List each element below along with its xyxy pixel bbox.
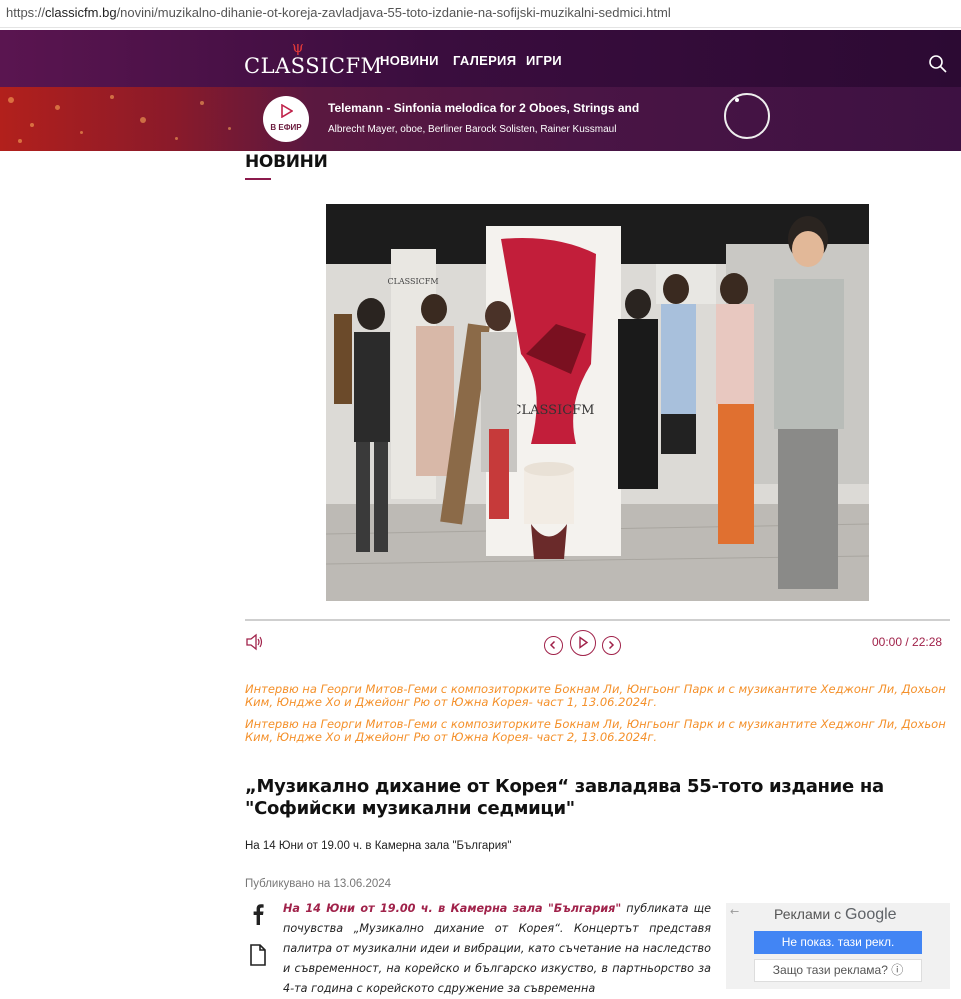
play-button[interactable] (570, 630, 596, 656)
decor-sparkle (200, 101, 204, 105)
player-time: 00:00 / 22:28 (872, 635, 943, 649)
svg-text:CLASSICFM: CLASSICFM (512, 403, 595, 418)
stop-seeing-ad-button[interactable]: Не показ. тази рекл. (754, 931, 922, 954)
url-path: /novini/muzikalno-dihanie-ot-koreja-zavl… (116, 5, 671, 20)
document-icon[interactable] (248, 943, 268, 967)
next-track-button[interactable] (602, 636, 621, 655)
article-subtitle: На 14 Юни от 19.00 ч. в Камерна зала "Бъ… (245, 840, 512, 852)
on-air-label: В ЕФИР (270, 123, 302, 132)
why-this-ad-button[interactable]: Защо тази реклама? ⓘ (754, 959, 922, 982)
section-title: НОВИНИ (245, 152, 328, 172)
decor-sparkle (228, 127, 231, 130)
url-text[interactable]: https://classicfm.bg/novini/muzikalno-di… (6, 5, 671, 20)
url-host: classicfm.bg (45, 5, 117, 20)
url-scheme: https:// (6, 5, 46, 20)
volume-icon[interactable] (245, 633, 265, 651)
chevron-left-icon (549, 640, 556, 650)
podcast-link-part-2[interactable]: Интервю на Георги Митов-Геми с композито… (245, 718, 950, 744)
nav-item-news[interactable]: НОВИНИ (380, 53, 439, 68)
decor-sparkle (30, 123, 34, 127)
chevron-right-icon (608, 640, 615, 650)
now-playing-bar: В ЕФИР Telemann - Sinfonia melodica for … (0, 87, 961, 151)
decor-sparkle (110, 95, 114, 99)
article-lead: На 14 Юни от 19.00 ч. в Камерна зала "Бъ… (283, 902, 622, 915)
loading-spinner-icon (724, 93, 770, 139)
google-ad-box: ← Реклами с Google Не показ. тази рекл. … (726, 903, 950, 989)
decor-sparkle (8, 97, 14, 103)
svg-text:CLASSICFM: CLASSICFM (387, 277, 438, 286)
podcast-link-part-1[interactable]: Интервю на Георги Митов-Геми с композито… (245, 683, 950, 709)
track-artists: Albrecht Mayer, oboe, Berliner Barock So… (328, 124, 617, 135)
decor-sparkle (55, 105, 60, 110)
track-title: Telemann - Sinfonia melodica for 2 Oboes… (328, 101, 640, 115)
ad-back-arrow-icon[interactable]: ← (730, 905, 739, 918)
nav-item-games[interactable]: ИГРИ (526, 53, 562, 68)
previous-track-button[interactable] (544, 636, 563, 655)
play-icon (579, 636, 589, 649)
article-body: На 14 Юни от 19.00 ч. в Камерна зала "Бъ… (283, 899, 711, 999)
decor-sparkle (18, 139, 22, 143)
search-icon[interactable] (928, 54, 948, 74)
audio-progress-bar[interactable] (245, 619, 950, 621)
on-air-play-button[interactable]: В ЕФИР (263, 96, 309, 142)
decor-sparkle (80, 131, 83, 134)
address-bar[interactable]: https://classicfm.bg/novini/muzikalno-di… (0, 0, 961, 28)
published-date: Публикувано на 13.06.2024 (245, 878, 392, 890)
decor-sparkle (175, 137, 178, 140)
ad-heading: Реклами с Google (774, 906, 897, 923)
classicfm-logo[interactable]: ψ CLASSICFM (244, 38, 382, 82)
nav-item-gallery[interactable]: ГАЛЕРИЯ (453, 53, 516, 68)
article-hero-image: CLASSICFM CLASSICFM (326, 204, 869, 601)
article-body-text: публиката ще почувства „Музикално дихани… (283, 902, 711, 995)
logo-wordmark: CLASSICFM (244, 54, 383, 78)
facebook-icon[interactable] (248, 902, 268, 926)
decor-sparkle (140, 117, 146, 123)
article-title: „Музикално дихание от Корея“ завладява 5… (245, 776, 884, 819)
section-underline (245, 178, 271, 180)
play-icon (281, 104, 293, 118)
site-header: ψ CLASSICFM НОВИНИ ГАЛЕРИЯ ИГРИ (0, 30, 961, 87)
